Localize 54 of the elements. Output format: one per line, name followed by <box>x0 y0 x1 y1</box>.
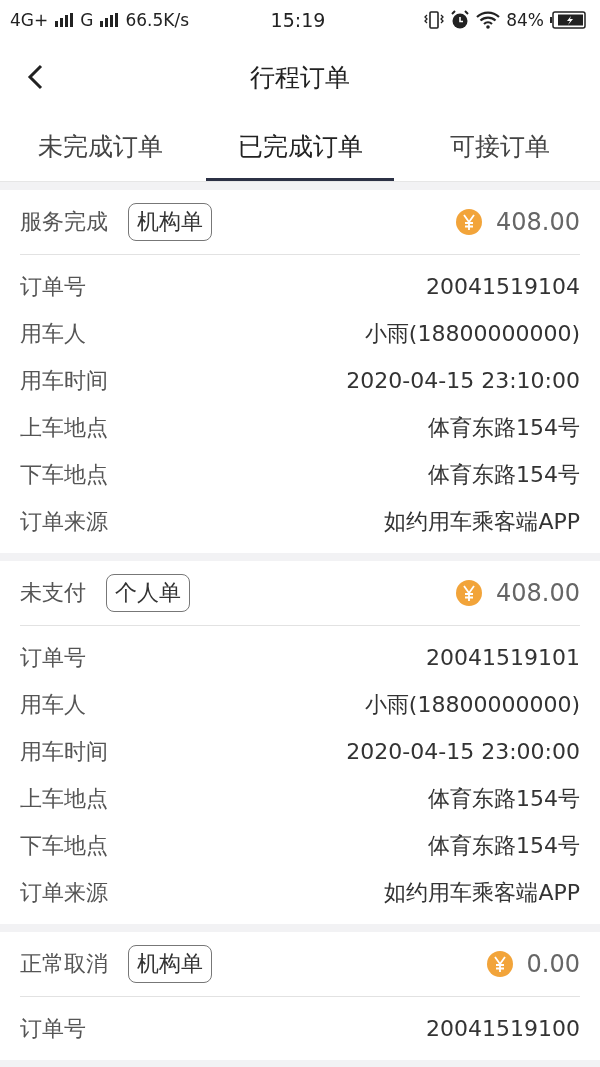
field-value: 20041519100 <box>426 1016 580 1041</box>
field-value: 体育东路154号 <box>428 413 580 442</box>
order-type-tag: 个人单 <box>106 574 190 612</box>
tab[interactable]: 未完成订单 <box>6 115 194 181</box>
back-icon[interactable] <box>27 64 43 90</box>
field-label: 下车地点 <box>20 831 108 860</box>
battery-icon <box>550 11 586 29</box>
field-value: 如约用车乘客端APP <box>384 878 580 907</box>
order-status: 正常取消 <box>20 950 108 978</box>
field-value: 20041519104 <box>426 274 580 299</box>
field-label: 下车地点 <box>20 460 108 489</box>
tab[interactable]: 已完成订单 <box>206 115 394 181</box>
order-amount: 0.00 <box>526 950 580 978</box>
wifi-icon <box>476 11 501 29</box>
yuan-coin-icon <box>456 580 482 606</box>
signal-icon <box>99 13 120 27</box>
network-speed: 66.5K/s <box>125 10 189 30</box>
order-amount: 408.00 <box>496 579 580 607</box>
field-value: 20041519101 <box>426 645 580 670</box>
field-value: 2020-04-15 23:10:00 <box>346 368 580 393</box>
field-value: 体育东路154号 <box>428 460 580 489</box>
field-label: 订单来源 <box>20 507 108 536</box>
order-amount: 408.00 <box>496 208 580 236</box>
order-type-tag: 机构单 <box>128 203 212 241</box>
yuan-coin-icon <box>486 951 513 977</box>
field-value: 如约用车乘客端APP <box>384 507 580 536</box>
tab[interactable]: 可接订单 <box>406 115 594 181</box>
vibrate-icon <box>424 11 445 29</box>
battery-percent: 84% <box>506 10 544 30</box>
field-label: 订单号 <box>20 272 86 301</box>
network-type: 4G+ <box>10 10 49 30</box>
field-label: 上车地点 <box>20 413 108 442</box>
signal-icon <box>54 13 75 27</box>
field-value: 2020-04-15 23:00:00 <box>346 739 580 764</box>
field-label: 用车时间 <box>20 737 108 766</box>
field-value: 体育东路154号 <box>428 831 580 860</box>
field-value: 小雨(18800000000) <box>364 319 580 348</box>
alarm-icon <box>450 10 471 30</box>
field-value: 体育东路154号 <box>428 784 580 813</box>
page-title: 行程订单 <box>250 62 350 94</box>
field-label: 用车人 <box>20 690 86 719</box>
field-label: 订单号 <box>20 643 86 672</box>
order-status: 服务完成 <box>20 208 108 236</box>
order-type-tag: 机构单 <box>128 945 212 983</box>
field-label: 订单号 <box>20 1014 86 1043</box>
field-label: 上车地点 <box>20 784 108 813</box>
field-label: 用车人 <box>20 319 86 348</box>
field-value: 小雨(18800000000) <box>364 690 580 719</box>
field-label: 用车时间 <box>20 366 108 395</box>
field-label: 订单来源 <box>20 878 108 907</box>
order-status: 未支付 <box>20 579 86 607</box>
network-type: G <box>80 10 94 30</box>
clock: 15:19 <box>270 9 326 31</box>
yuan-coin-icon <box>456 209 482 235</box>
